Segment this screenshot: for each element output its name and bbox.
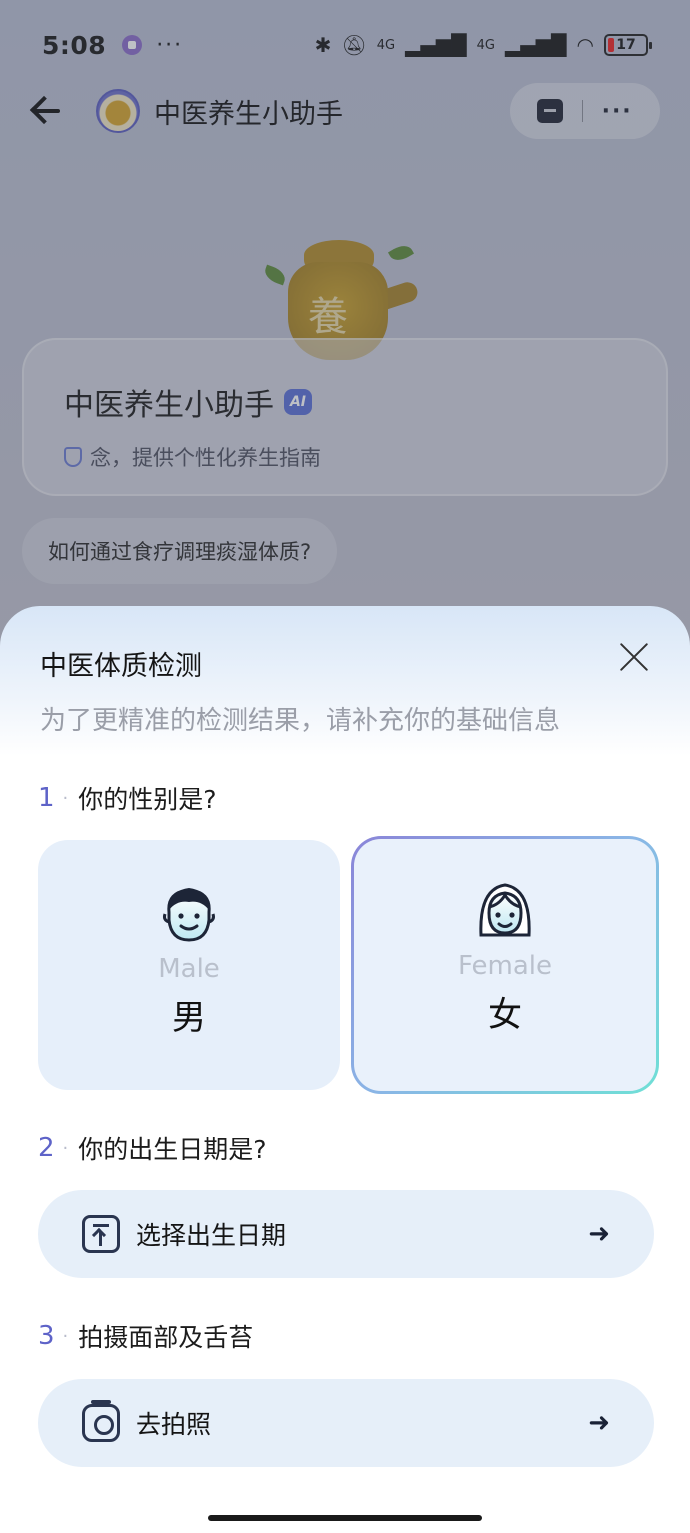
question-text: 你的性别是? [78, 785, 217, 814]
question-text: 你的出生日期是? [78, 1135, 267, 1164]
question-dot: · [62, 1137, 69, 1159]
male-face-icon [163, 888, 215, 942]
question-text: 拍摄面部及舌苔 [78, 1323, 254, 1352]
select-birthdate-button[interactable]: 选择出生日期 ➜ [38, 1190, 654, 1278]
sheet-subtitle: 为了更精准的检测结果，请补充你的基础信息 [40, 706, 561, 736]
question-dot: · [62, 787, 69, 809]
calendar-upload-icon [82, 1215, 120, 1253]
gender-english-label: Male [158, 954, 220, 984]
home-indicator[interactable] [208, 1515, 482, 1521]
question-number: 3 [38, 1321, 55, 1351]
question-dot: · [62, 1325, 69, 1347]
question-number: 1 [38, 783, 55, 813]
close-icon[interactable] [618, 640, 650, 672]
take-photo-button[interactable]: 去拍照 ➜ [38, 1379, 654, 1467]
arrow-right-icon: ➜ [588, 1219, 610, 1249]
sheet-title: 中医体质检测 [40, 651, 202, 682]
gender-option-male[interactable]: Male 男 [38, 840, 340, 1090]
gender-chinese-label: 女 [488, 995, 522, 1035]
question-number: 2 [38, 1133, 55, 1163]
take-photo-label: 去拍照 [136, 1410, 212, 1439]
question-gender: 1 · 你的性别是? [38, 780, 217, 816]
gender-english-label: Female [457, 951, 552, 981]
gender-chinese-label: 男 [172, 998, 206, 1038]
camera-icon [82, 1400, 120, 1442]
gender-option-female[interactable]: Female 女 [351, 836, 659, 1094]
question-birthdate: 2 · 你的出生日期是? [38, 1130, 267, 1166]
arrow-right-icon: ➜ [588, 1408, 610, 1438]
female-face-icon [479, 883, 531, 937]
question-photo: 3 · 拍摄面部及舌苔 [38, 1318, 253, 1354]
select-birthdate-label: 选择出生日期 [136, 1221, 287, 1250]
constitution-test-sheet: 中医体质检测 为了更精准的检测结果，请补充你的基础信息 1 · 你的性别是? M… [0, 606, 690, 1533]
